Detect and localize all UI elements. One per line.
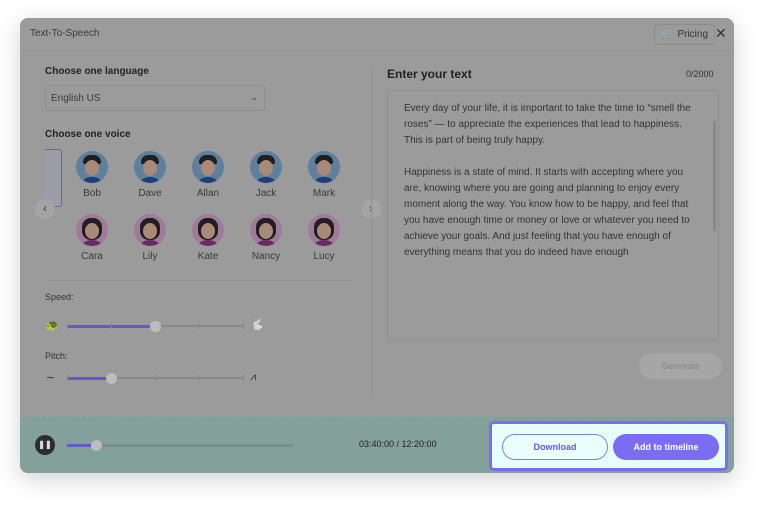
language-value: English US [51, 93, 101, 104]
pitch-label: Pitch: [45, 351, 68, 361]
selected-voice-partial[interactable] [45, 149, 62, 207]
tts-modal: Text-To-Speech 🛒 Pricing ✕ Choose one lan… [20, 18, 734, 473]
voice-option[interactable]: Kate [188, 214, 228, 262]
avatar [134, 151, 166, 183]
slider-tick [155, 375, 156, 381]
voice-name: Allan [196, 188, 220, 199]
action-highlight: Download Add to timeline [489, 421, 728, 471]
voice-option[interactable]: Dave [130, 151, 170, 199]
voice-name: Nancy [251, 251, 281, 262]
slider-tick [67, 323, 68, 329]
modal-header: Text-To-Speech 🛒 Pricing ✕ [20, 18, 734, 51]
voice-name: Cara [81, 251, 103, 262]
wave-high-icon: ⩘ [250, 371, 257, 383]
cart-icon: 🛒 [661, 29, 674, 40]
voice-option[interactable]: Cara [72, 214, 112, 262]
voice-option[interactable]: Nancy [246, 214, 286, 262]
playback-progress[interactable] [67, 439, 293, 451]
avatar [76, 214, 108, 246]
speed-slider[interactable] [67, 320, 244, 332]
avatar [134, 214, 166, 246]
text-heading: Enter your text [387, 67, 472, 81]
voice-option[interactable]: Allan [188, 151, 228, 199]
turtle-icon: 🐢 [45, 320, 59, 332]
slider-thumb[interactable] [150, 320, 161, 332]
player-bar: ❚❚ 03:40:00 / 12:20:00 Download Add to t… [20, 416, 734, 473]
text-paragraph: Every day of your life, it is important … [404, 103, 691, 146]
voice-option[interactable]: Lily [130, 214, 170, 262]
avatar [308, 214, 340, 246]
avatar [250, 214, 282, 246]
pause-icon[interactable]: ❚❚ [35, 435, 55, 455]
slider-tick [67, 375, 68, 381]
char-count: 0/2000 [686, 69, 714, 79]
progress-thumb[interactable] [91, 439, 103, 451]
text-input[interactable]: Every day of your life, it is important … [387, 90, 719, 341]
wave-low-icon: ∼ [46, 372, 56, 384]
voice-option[interactable]: Mark [304, 151, 344, 199]
voice-name: Jack [255, 188, 277, 199]
chevron-left-icon[interactable]: ‹ [35, 199, 55, 219]
voice-name: Mark [312, 188, 336, 199]
generate-button[interactable]: Generate [639, 353, 722, 379]
scrollbar[interactable] [713, 121, 716, 231]
voice-option[interactable]: Lucy [304, 214, 344, 262]
voice-name: Bob [83, 188, 101, 199]
avatar [76, 151, 108, 183]
column-divider [371, 66, 372, 396]
voice-name: Lucy [313, 251, 335, 262]
voice-name: Dave [138, 188, 162, 199]
slider-thumb[interactable] [106, 372, 117, 384]
avatar [308, 151, 340, 183]
slider-tick [199, 323, 200, 329]
divider [45, 280, 353, 281]
download-button[interactable]: Download [502, 434, 608, 460]
language-heading: Choose one language [45, 66, 149, 77]
language-select[interactable]: English US ⌄ [45, 85, 265, 111]
slider-tick [199, 375, 200, 381]
modal-title: Text-To-Speech [30, 28, 100, 39]
rabbit-icon: 🐇 [250, 319, 264, 331]
avatar [250, 151, 282, 183]
add-to-timeline-button[interactable]: Add to timeline [613, 434, 719, 460]
voice-name: Kate [197, 251, 219, 262]
pricing-label: Pricing [677, 29, 709, 40]
playback-time: 03:40:00 / 12:20:00 [359, 439, 437, 449]
voice-heading: Choose one voice [45, 129, 131, 140]
speed-label: Speed: [45, 292, 74, 302]
avatar [192, 151, 224, 183]
pitch-slider[interactable] [67, 372, 244, 384]
voice-option[interactable]: Bob [72, 151, 112, 199]
slider-tick [111, 323, 112, 329]
voice-option[interactable]: Jack [246, 151, 286, 199]
pricing-button[interactable]: 🛒 Pricing [654, 24, 716, 45]
voice-name: Lily [142, 251, 158, 262]
close-icon[interactable]: ✕ [715, 25, 727, 42]
text-paragraph: Happiness is a state of mind. It starts … [404, 167, 690, 258]
avatar [192, 214, 224, 246]
chevron-down-icon: ⌄ [250, 92, 258, 102]
slider-fill [67, 376, 111, 380]
slider-tick [243, 323, 244, 329]
slider-tick [243, 375, 244, 381]
